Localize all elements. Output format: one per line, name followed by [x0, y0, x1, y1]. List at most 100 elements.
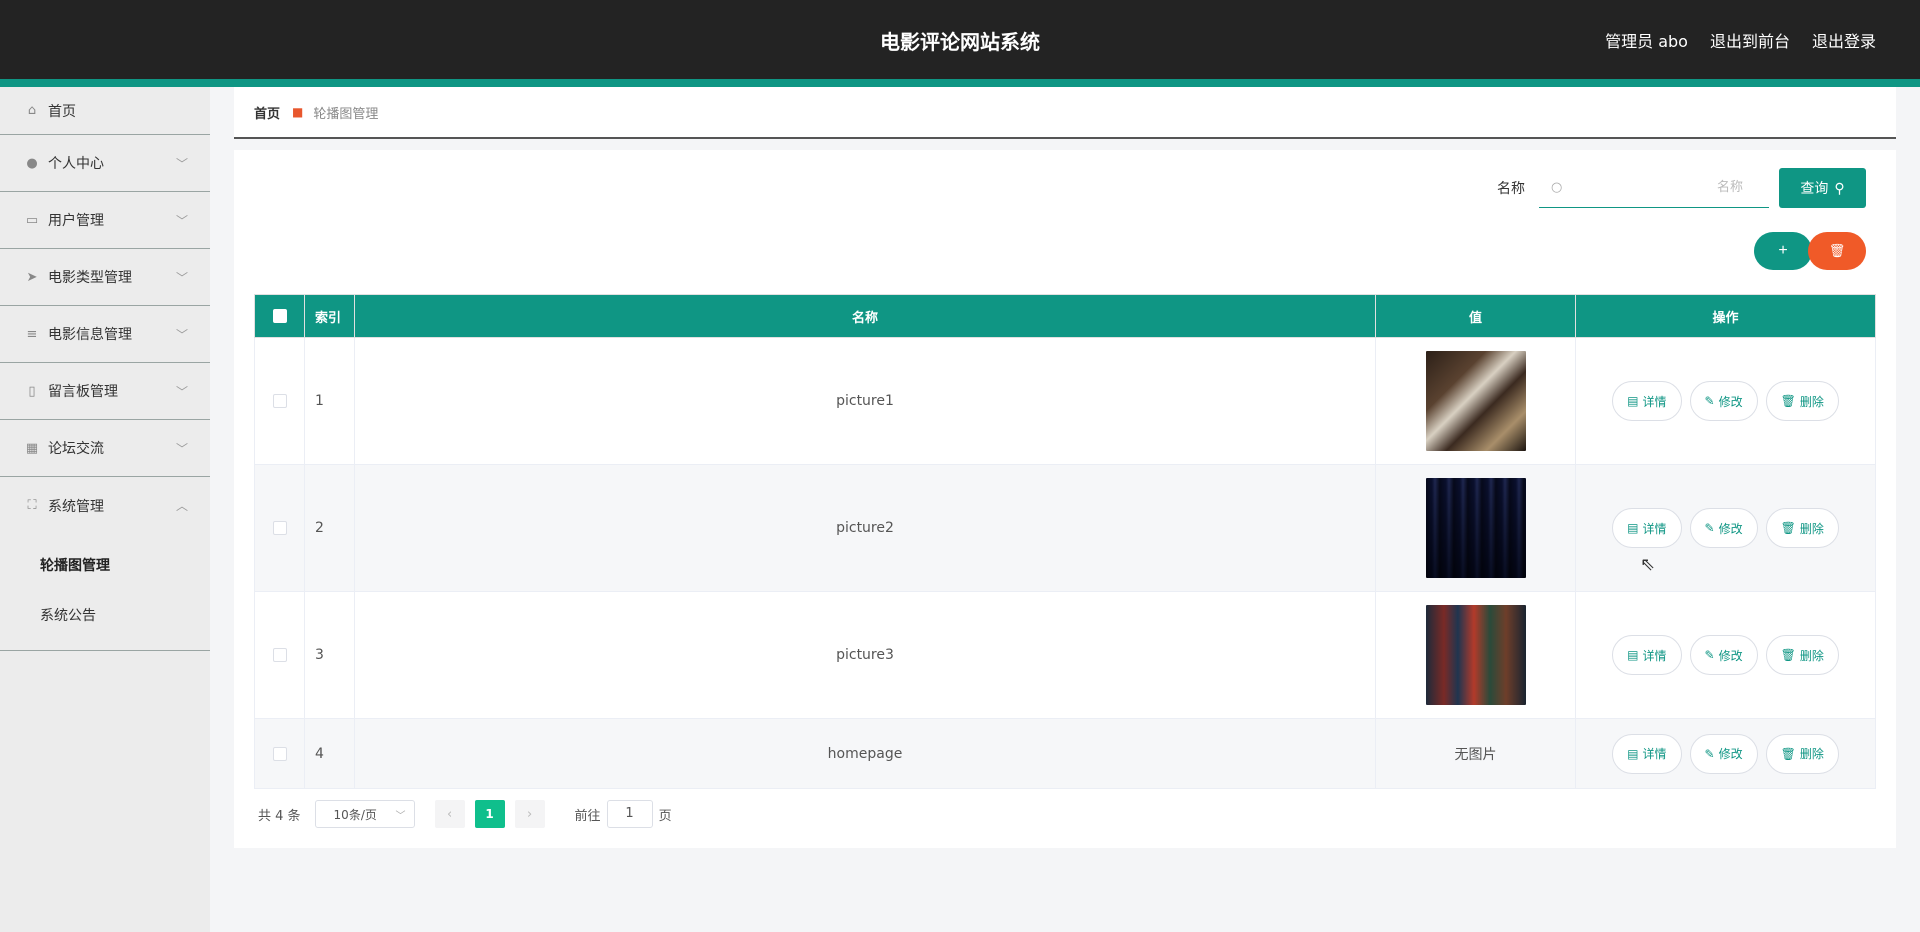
- row-actions: ▤ 详情 ✎ 修改 🗑 删除: [1575, 337, 1876, 465]
- sidebar-item-user-management[interactable]: ▭ 用户管理 ﹀: [0, 192, 210, 249]
- row-actions: ▤ 详情 ✎ 修改 🗑 删除: [1575, 718, 1876, 789]
- sidebar-item-label: 留言板管理: [48, 384, 118, 400]
- document-icon: ▤: [1627, 521, 1639, 535]
- delete-button[interactable]: 🗑 删除: [1765, 508, 1839, 548]
- edit-button[interactable]: ✎ 修改: [1689, 733, 1758, 774]
- sidebar-item-message-board[interactable]: ▯ 留言板管理 ﹀: [0, 363, 210, 420]
- mouse-cursor-icon: ⇖: [1640, 554, 1656, 575]
- delete-label: 删除: [1799, 394, 1824, 409]
- add-button[interactable]: +: [1754, 232, 1812, 270]
- sidebar-item-movie-type-management[interactable]: ➤ 电影类型管理 ﹀: [0, 249, 210, 306]
- row-index: 3: [304, 591, 355, 719]
- sidebar-item-label: 个人中心: [48, 156, 104, 172]
- pencil-icon: ✎: [1704, 746, 1715, 761]
- table-row: 4 homepage 无图片 ▤ 详情 ✎ 修改 🗑 删除: [254, 718, 1876, 789]
- sidebar-item-personal-center[interactable]: ● 个人中心 ﹀: [0, 135, 210, 192]
- detail-button[interactable]: ▤ 详情: [1612, 635, 1682, 675]
- row-checkbox[interactable]: [272, 521, 287, 535]
- column-header-name: 名称: [354, 294, 1376, 338]
- chevron-down-icon: ﹀: [175, 214, 188, 228]
- edit-button[interactable]: ✎ 修改: [1689, 508, 1758, 548]
- detail-button[interactable]: ▤ 详情: [1612, 381, 1682, 421]
- sidebar-item-movie-info-management[interactable]: ≡ 电影信息管理 ﹀: [0, 306, 210, 363]
- prev-page-button[interactable]: ‹: [434, 800, 465, 828]
- edit-label: 修改: [1718, 747, 1743, 761]
- edit-button[interactable]: ✎ 修改: [1689, 381, 1758, 421]
- query-button[interactable]: 查询 ⚲: [1779, 168, 1866, 208]
- delete-button[interactable]: 🗑 删除: [1765, 381, 1839, 421]
- document-icon: ▤: [1627, 648, 1639, 662]
- row-value: [1375, 464, 1576, 592]
- pencil-icon: ✎: [1704, 394, 1715, 408]
- sidebar-subitem-carousel[interactable]: 轮播图管理: [0, 540, 210, 590]
- carousel-table: 索引 名称 值 操作 1 picture1 ▤ 详情 ✎ 修改 🗑 删除 2 p…: [254, 294, 1876, 789]
- search-icon: ⚲: [1834, 179, 1845, 196]
- page-size-value: 10条/页: [333, 807, 377, 822]
- sidebar: ⌂ 首页 ● 个人中心 ﹀ ▭ 用户管理 ﹀ ➤ 电影类型管理 ﹀ ≡ 电影信息…: [0, 87, 210, 932]
- home-icon: ⌂: [27, 103, 37, 118]
- row-value: [1375, 591, 1576, 719]
- breadcrumb-home[interactable]: 首页: [254, 103, 280, 122]
- goto-page-input[interactable]: 1: [606, 800, 653, 828]
- row-checkbox-cell: [254, 464, 305, 592]
- row-checkbox-cell: [254, 337, 305, 465]
- row-index: 4: [304, 718, 355, 789]
- list-icon: ≡: [26, 326, 38, 342]
- sidebar-item-system-management[interactable]: ⛶ 系统管理 ︿: [0, 477, 210, 534]
- sidebar-subitem-announcement[interactable]: 系统公告: [0, 590, 210, 640]
- carousel-thumbnail[interactable]: [1425, 478, 1526, 578]
- row-index: 1: [304, 337, 355, 465]
- detail-label: 详情: [1642, 648, 1667, 663]
- chevron-down-icon: ﹀: [175, 442, 188, 456]
- search-input[interactable]: [1539, 168, 1769, 207]
- total-count: 共 4 条: [258, 808, 301, 824]
- row-checkbox[interactable]: [272, 746, 287, 761]
- no-image-text: 无图片: [1454, 746, 1497, 763]
- delete-button[interactable]: 🗑 删除: [1765, 733, 1839, 774]
- breadcrumb: 首页 ■ 轮播图管理: [234, 87, 1896, 139]
- edit-label: 修改: [1718, 521, 1743, 536]
- chevron-down-icon: ﹀: [175, 157, 188, 171]
- pencil-icon: ✎: [1704, 648, 1715, 662]
- carousel-thumbnail[interactable]: [1425, 605, 1526, 705]
- batch-delete-button[interactable]: 🗑: [1808, 232, 1866, 270]
- row-name: picture3: [354, 591, 1376, 719]
- row-name: picture2: [354, 464, 1376, 592]
- chevron-right-icon: ›: [526, 806, 533, 822]
- exit-to-front-link[interactable]: 退出到前台: [1710, 28, 1790, 52]
- select-all-checkbox[interactable]: [272, 309, 287, 323]
- user-icon: ●: [26, 155, 38, 171]
- detail-button[interactable]: ▤ 详情: [1612, 508, 1682, 548]
- edit-button[interactable]: ✎ 修改: [1689, 635, 1758, 675]
- table-row: 3 picture3 ▤ 详情 ✎ 修改 🗑 删除: [254, 591, 1876, 719]
- sidebar-item-label: 用户管理: [48, 213, 104, 229]
- next-page-button[interactable]: ›: [514, 800, 545, 828]
- row-checkbox-cell: [254, 591, 305, 719]
- sidebar-item-label: 首页: [48, 103, 76, 120]
- top-bar: 电影评论网站系统 管理员 abo 退出到前台 退出登录: [0, 0, 1920, 79]
- goto-label: 前往: [574, 808, 601, 824]
- row-checkbox[interactable]: [272, 394, 287, 408]
- delete-button[interactable]: 🗑 删除: [1765, 635, 1839, 675]
- breadcrumb-separator-icon: ■: [292, 105, 304, 119]
- search-icon: ○: [1551, 180, 1563, 195]
- send-icon: ➤: [26, 269, 38, 285]
- trash-icon: 🗑: [1780, 521, 1796, 535]
- chevron-down-icon: ﹀: [175, 328, 188, 342]
- trash-icon: 🗑: [1780, 746, 1796, 761]
- page-number-button[interactable]: 1: [474, 800, 505, 828]
- detail-button[interactable]: ▤ 详情: [1612, 733, 1682, 774]
- carousel-thumbnail[interactable]: [1425, 351, 1526, 451]
- sidebar-item-home[interactable]: ⌂ 首页: [0, 87, 210, 135]
- logout-link[interactable]: 退出登录: [1812, 28, 1876, 52]
- search-label: 名称: [1497, 181, 1525, 197]
- system-management-submenu: 轮播图管理 系统公告: [0, 534, 210, 651]
- sidebar-item-label: 论坛交流: [48, 441, 104, 457]
- row-checkbox[interactable]: [272, 648, 287, 662]
- mic-icon: ▯: [28, 383, 36, 399]
- row-name: homepage: [354, 718, 1376, 789]
- sidebar-item-forum[interactable]: ▦ 论坛交流 ﹀: [0, 420, 210, 477]
- delete-label: 删除: [1799, 648, 1824, 663]
- admin-user-label[interactable]: 管理员 abo: [1605, 28, 1688, 52]
- page-size-select[interactable]: 10条/页 ﹀: [314, 800, 415, 828]
